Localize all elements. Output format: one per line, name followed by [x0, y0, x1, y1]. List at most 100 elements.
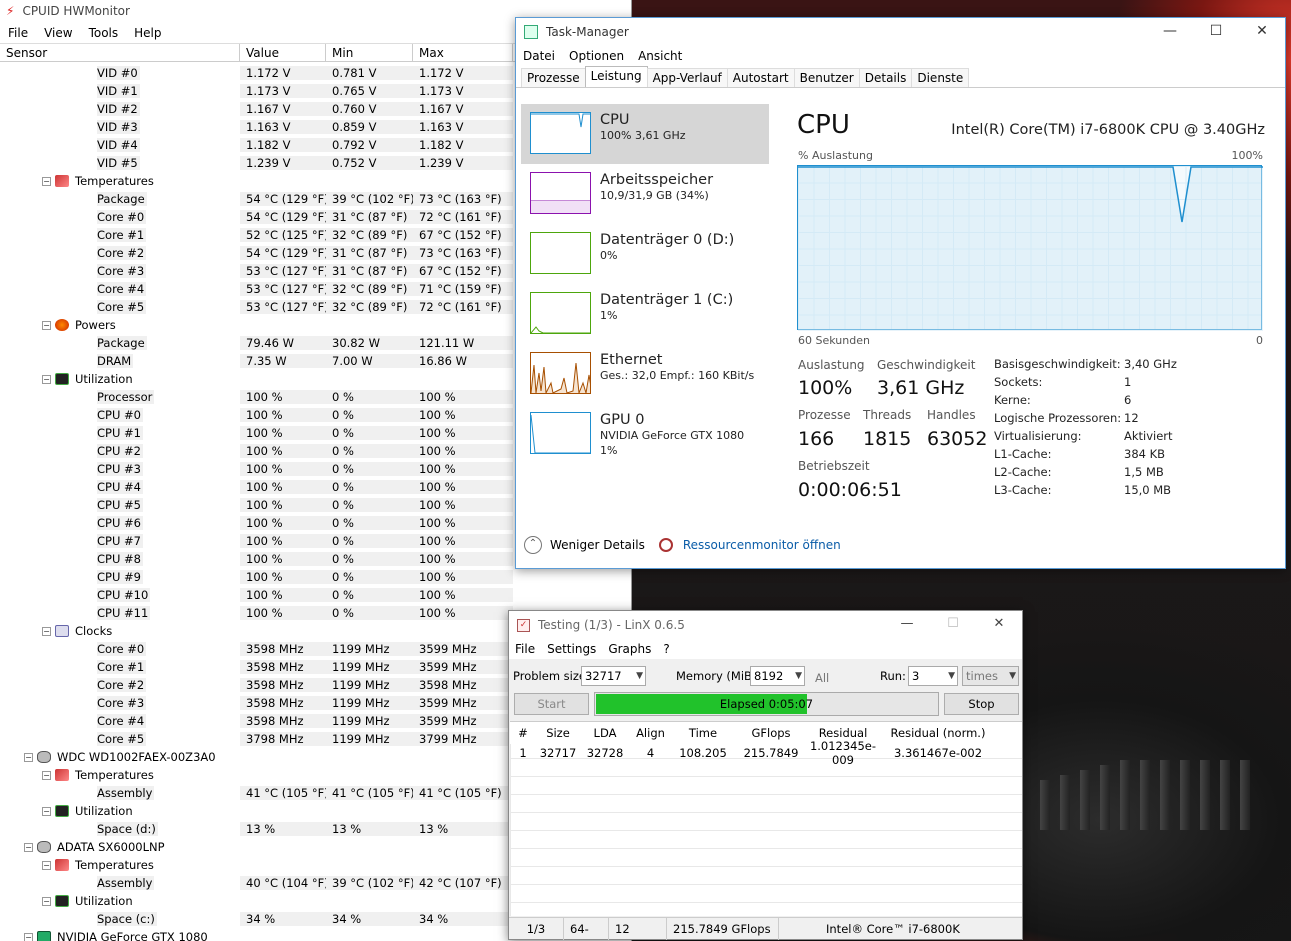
collapse-icon[interactable]: − [24, 752, 33, 762]
sensor-name-cell: DRAM [0, 354, 240, 368]
results-col-header[interactable]: Align [630, 726, 671, 740]
results-col-header[interactable]: # [510, 726, 536, 740]
problem-size-input[interactable]: 32717 ▼ [581, 666, 646, 686]
sensor-max: 41 °C (105 °F) [413, 786, 513, 800]
maximize-icon[interactable]: ☐ [1193, 18, 1239, 46]
linx-menu-file[interactable]: File [509, 642, 541, 656]
col-max[interactable]: Max [413, 44, 513, 61]
results-col-header[interactable]: Time [671, 726, 735, 740]
disk-icon [37, 751, 51, 763]
times-select[interactable]: times ▼ [962, 666, 1019, 686]
linx-title: Testing (1/3) - LinX 0.6.5 [538, 618, 685, 632]
cpu-usage-line [798, 166, 1263, 331]
table-row[interactable]: 1 32717 32728 4 108.205 215.7849 1.012345e-009… [510, 739, 1022, 767]
menu-tools[interactable]: Tools [81, 26, 127, 40]
stat-geschw-label: Geschwindigkeit [877, 358, 976, 372]
run-input[interactable]: 3 ▼ [908, 666, 958, 686]
results-col-header[interactable]: GFlops [735, 726, 807, 740]
sensor-name-cell: CPU #8 [0, 552, 240, 566]
cpu-specs: Basisgeschwindigkeit: 3,40 GHz Sockets: 1 Ke… [994, 355, 1177, 499]
sidebar-item[interactable]: Datenträger 0 (D:) 0% [521, 224, 769, 284]
all-checkbox-label[interactable]: All [815, 671, 829, 685]
sensor-max: 100 % [413, 444, 513, 458]
menu-optionen[interactable]: Optionen [562, 49, 631, 63]
start-button[interactable]: Start [514, 693, 589, 715]
linx-app-icon: ✓ [517, 618, 530, 632]
chevron-up-icon[interactable]: ⌃ [524, 536, 542, 554]
collapse-icon[interactable]: − [24, 932, 33, 941]
col-value[interactable]: Value [240, 44, 326, 61]
sensor-value: 100 % [240, 480, 326, 494]
collapse-icon[interactable]: − [42, 320, 51, 330]
hwmonitor-logo-icon: ⚡ [6, 4, 15, 18]
linx-menu-graphs[interactable]: Graphs [602, 642, 657, 656]
hwmonitor-title: CPUID HWMonitor [22, 4, 130, 18]
collapse-icon[interactable]: − [42, 176, 51, 186]
sidebar-item[interactable]: GPU 0 NVIDIA GeForce GTX 1080 1% [521, 404, 769, 464]
tab-prozesse[interactable]: Prozesse [521, 68, 586, 87]
tab-autostart[interactable]: Autostart [726, 68, 795, 87]
menu-datei[interactable]: Datei [516, 49, 562, 63]
sensor-row[interactable]: CPU #9 100 % 0 % 100 % [0, 568, 632, 586]
menu-ansicht[interactable]: Ansicht [631, 49, 689, 63]
sidebar-item[interactable]: Ethernet Ges.: 32,0 Empf.: 160 KBit/s [521, 344, 769, 404]
memory-input[interactable]: 8192 ▼ [750, 666, 805, 686]
linx-menu-settings[interactable]: Settings [541, 642, 602, 656]
stat-prozesse: 166 [798, 428, 835, 450]
collapse-icon[interactable]: − [42, 860, 51, 870]
sensor-name-cell: − Utilization [0, 894, 240, 908]
sensor-max: 3598 MHz [413, 678, 513, 692]
menu-help[interactable]: Help [126, 26, 169, 40]
linx-close-icon[interactable]: ✕ [976, 611, 1022, 639]
collapse-icon[interactable]: − [42, 374, 51, 384]
linx-maximize-icon[interactable]: ☐ [930, 611, 976, 639]
results-table: # Size LDA Align Time GFlops Residual Residual … [510, 721, 1022, 916]
tab-app-verlauf[interactable]: App-Verlauf [646, 68, 728, 87]
sidebar-item[interactable]: Datenträger 1 (C:) 1% [521, 284, 769, 344]
sensor-max: 3799 MHz [413, 732, 513, 746]
sensor-label: CPU #0 [97, 408, 143, 422]
sensor-name-cell: CPU #5 [0, 498, 240, 512]
menu-file[interactable]: File [0, 26, 36, 40]
collapse-icon[interactable]: − [42, 896, 51, 906]
tab-leistung[interactable]: Leistung [584, 66, 648, 87]
tab-details[interactable]: Details [858, 68, 913, 87]
menu-view[interactable]: View [36, 26, 80, 40]
fewer-details-link[interactable]: Weniger Details [550, 538, 645, 552]
sensor-label: CPU #1 [97, 426, 143, 440]
linx-minimize-icon[interactable]: — [884, 611, 930, 639]
collapse-icon[interactable]: − [42, 626, 51, 636]
collapse-icon[interactable]: − [42, 770, 51, 780]
sensor-name-cell: CPU #1 [0, 426, 240, 440]
spec-row: Basisgeschwindigkeit: 3,40 GHz [994, 355, 1177, 373]
close-icon[interactable]: ✕ [1239, 18, 1285, 46]
sidebar-item-sub: 0% [600, 249, 618, 262]
sensor-max: 1.172 V [413, 66, 513, 80]
linx-menu-help[interactable]: ? [657, 642, 675, 656]
sensor-row[interactable]: CPU #10 100 % 0 % 100 % [0, 586, 632, 604]
sensor-max: 100 % [413, 426, 513, 440]
minimize-icon[interactable]: — [1147, 18, 1193, 46]
results-col-header[interactable]: Size [536, 726, 580, 740]
problem-size-value: 32717 [585, 669, 622, 683]
results-col-header[interactable]: Residual [807, 726, 879, 740]
collapse-icon[interactable]: − [24, 842, 33, 852]
spec-value: Aktiviert [1124, 429, 1173, 443]
results-col-header[interactable]: Residual (norm.) [879, 726, 997, 740]
col-sensor[interactable]: Sensor [0, 44, 240, 61]
resource-monitor-link[interactable]: Ressourcenmonitor öffnen [683, 538, 841, 552]
sensor-value: 100 % [240, 462, 326, 476]
stop-button[interactable]: Stop [944, 693, 1019, 715]
sidebar-item[interactable]: Arbeitsspeicher 10,9/31,9 GB (34%) [521, 164, 769, 224]
sidebar-thumbnail-graph [531, 326, 590, 333]
sensor-name-cell: VID #4 [0, 138, 240, 152]
col-min[interactable]: Min [326, 44, 413, 61]
sensor-value: 100 % [240, 390, 326, 404]
util-icon [55, 805, 69, 817]
sidebar-item[interactable]: CPU 100% 3,61 GHz [521, 104, 769, 164]
collapse-icon[interactable]: − [42, 806, 51, 816]
results-col-header[interactable]: LDA [580, 726, 630, 740]
tab-dienste[interactable]: Dienste [911, 68, 970, 87]
tab-benutzer[interactable]: Benutzer [793, 68, 860, 87]
taskmanager-app-icon [524, 25, 538, 39]
